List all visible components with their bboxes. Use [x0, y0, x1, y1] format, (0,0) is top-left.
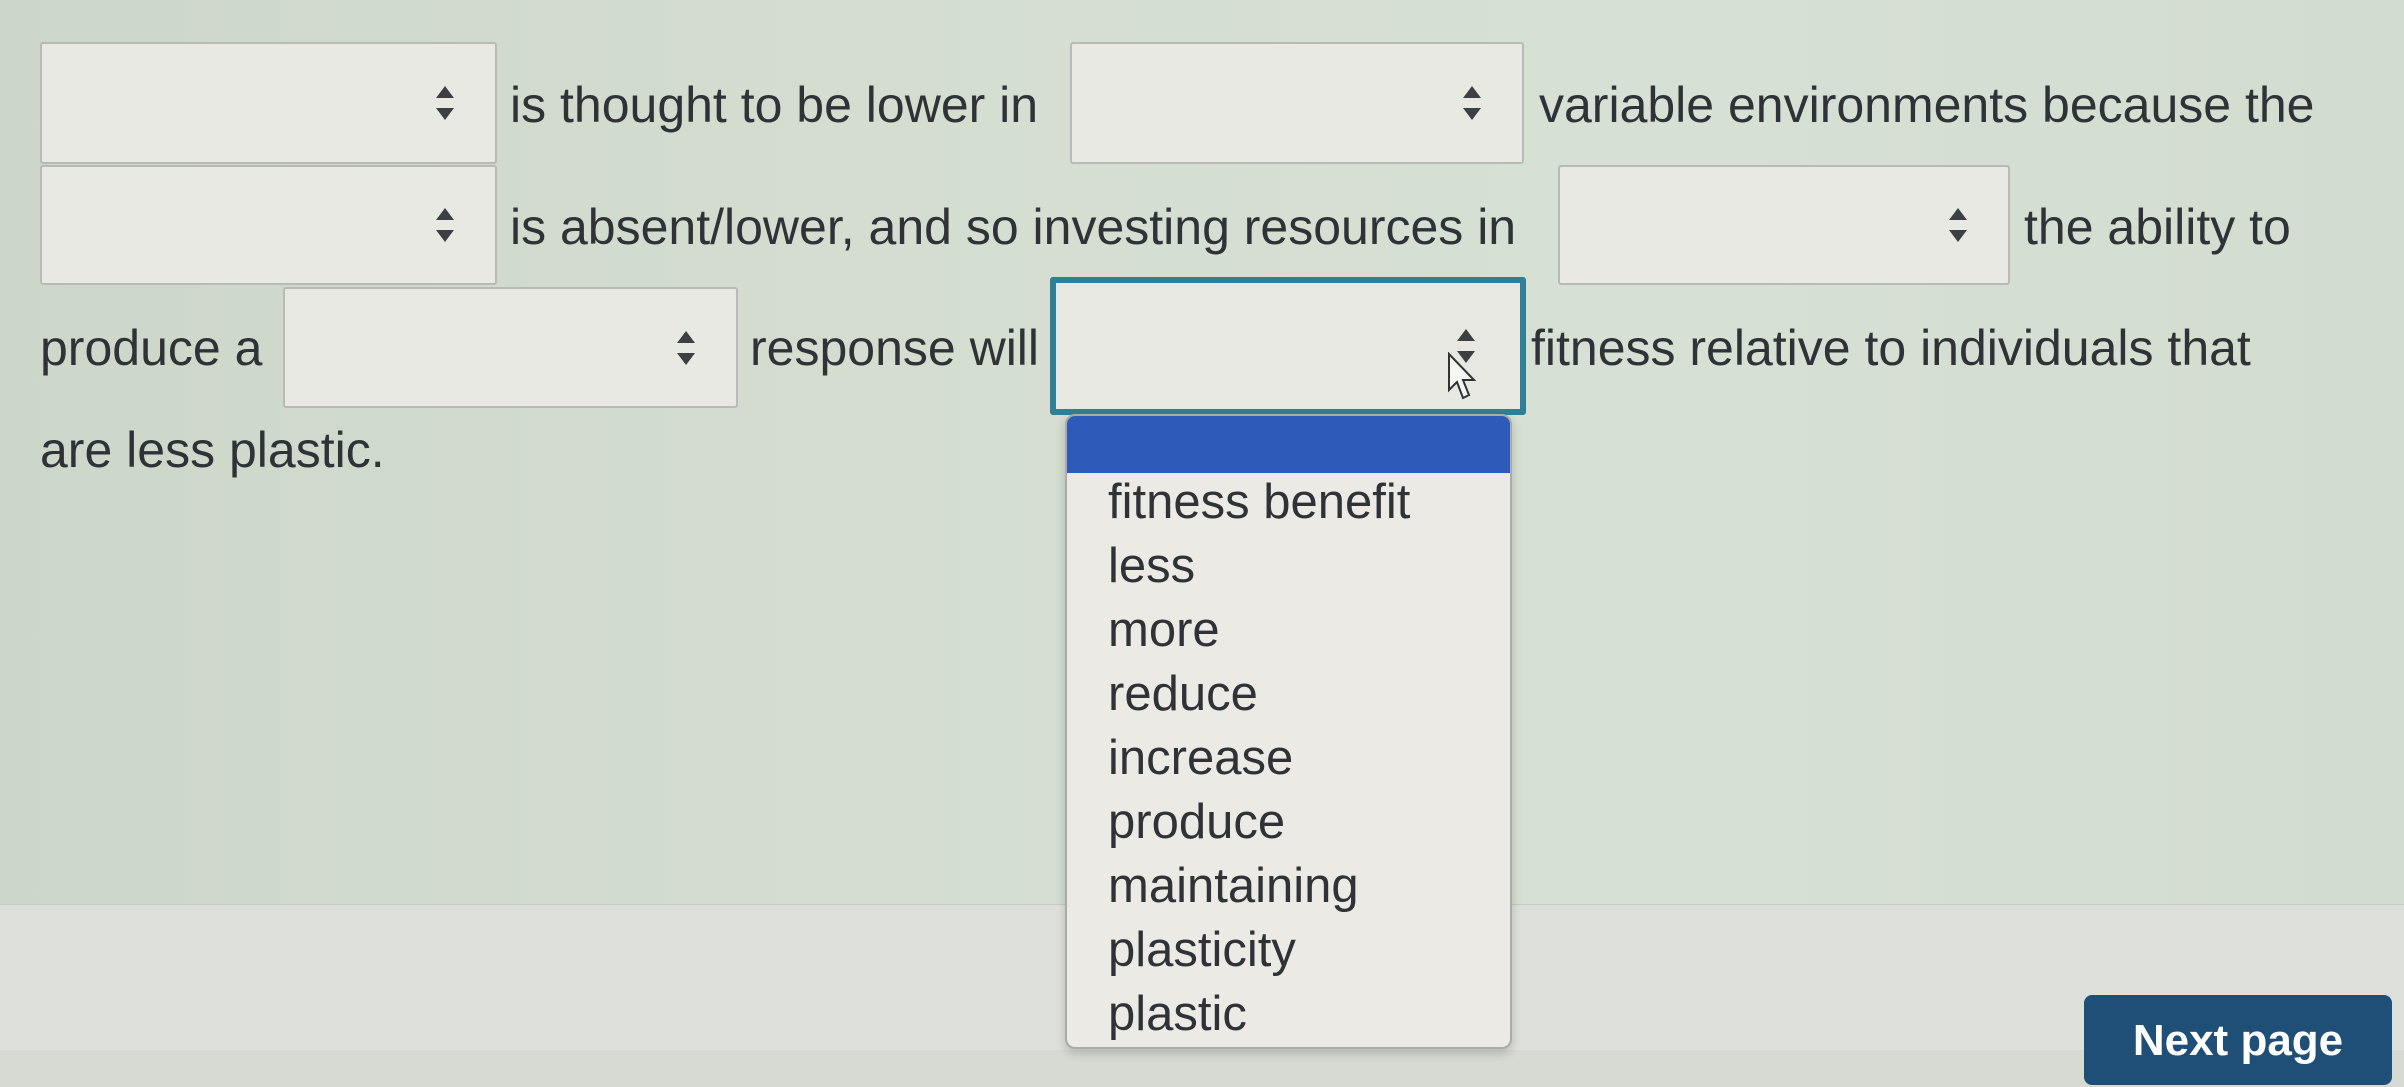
select-arrows-icon: [435, 86, 455, 120]
dropdown-option[interactable]: fitness benefit: [1108, 472, 1410, 532]
select-arrows-icon: [1456, 329, 1476, 363]
question-text-5: produce a: [40, 320, 263, 376]
dropdown-option[interactable]: produce: [1108, 792, 1285, 852]
blank-4-select[interactable]: [1558, 165, 2010, 285]
dropdown-option[interactable]: maintaining: [1108, 856, 1359, 916]
blank-3-select[interactable]: [40, 165, 497, 285]
dropdown-highlighted-option[interactable]: [1067, 416, 1510, 473]
question-text-2: variable environments because the: [1539, 77, 2315, 133]
blank-1-select[interactable]: [40, 42, 497, 164]
question-text-4: the ability to: [2024, 199, 2291, 255]
dropdown-option[interactable]: reduce: [1108, 664, 1258, 724]
dropdown-option[interactable]: plastic: [1108, 984, 1247, 1044]
dropdown-option[interactable]: less: [1108, 536, 1195, 596]
question-text-6: response will: [750, 320, 1040, 376]
question-text-8: are less plastic.: [40, 422, 385, 478]
select-arrows-icon: [1948, 208, 1968, 242]
blank-2-select[interactable]: [1070, 42, 1524, 164]
next-page-button[interactable]: Next page: [2084, 995, 2392, 1085]
blank-6-select[interactable]: [1050, 277, 1526, 415]
blank-6-dropdown-menu[interactable]: fitness benefit less more reduce increas…: [1065, 414, 1512, 1049]
question-text-1: is thought to be lower in: [510, 77, 1039, 133]
blank-5-select[interactable]: [283, 287, 738, 408]
select-arrows-icon: [435, 208, 455, 242]
select-arrows-icon: [676, 330, 696, 365]
question-text-7: fitness relative to individuals that: [1531, 320, 2251, 376]
dropdown-option[interactable]: increase: [1108, 728, 1293, 788]
select-arrows-icon: [1462, 86, 1482, 120]
question-text-3: is absent/lower, and so investing resour…: [510, 199, 1517, 255]
dropdown-option[interactable]: more: [1108, 600, 1220, 660]
dropdown-option[interactable]: plasticity: [1108, 920, 1296, 980]
